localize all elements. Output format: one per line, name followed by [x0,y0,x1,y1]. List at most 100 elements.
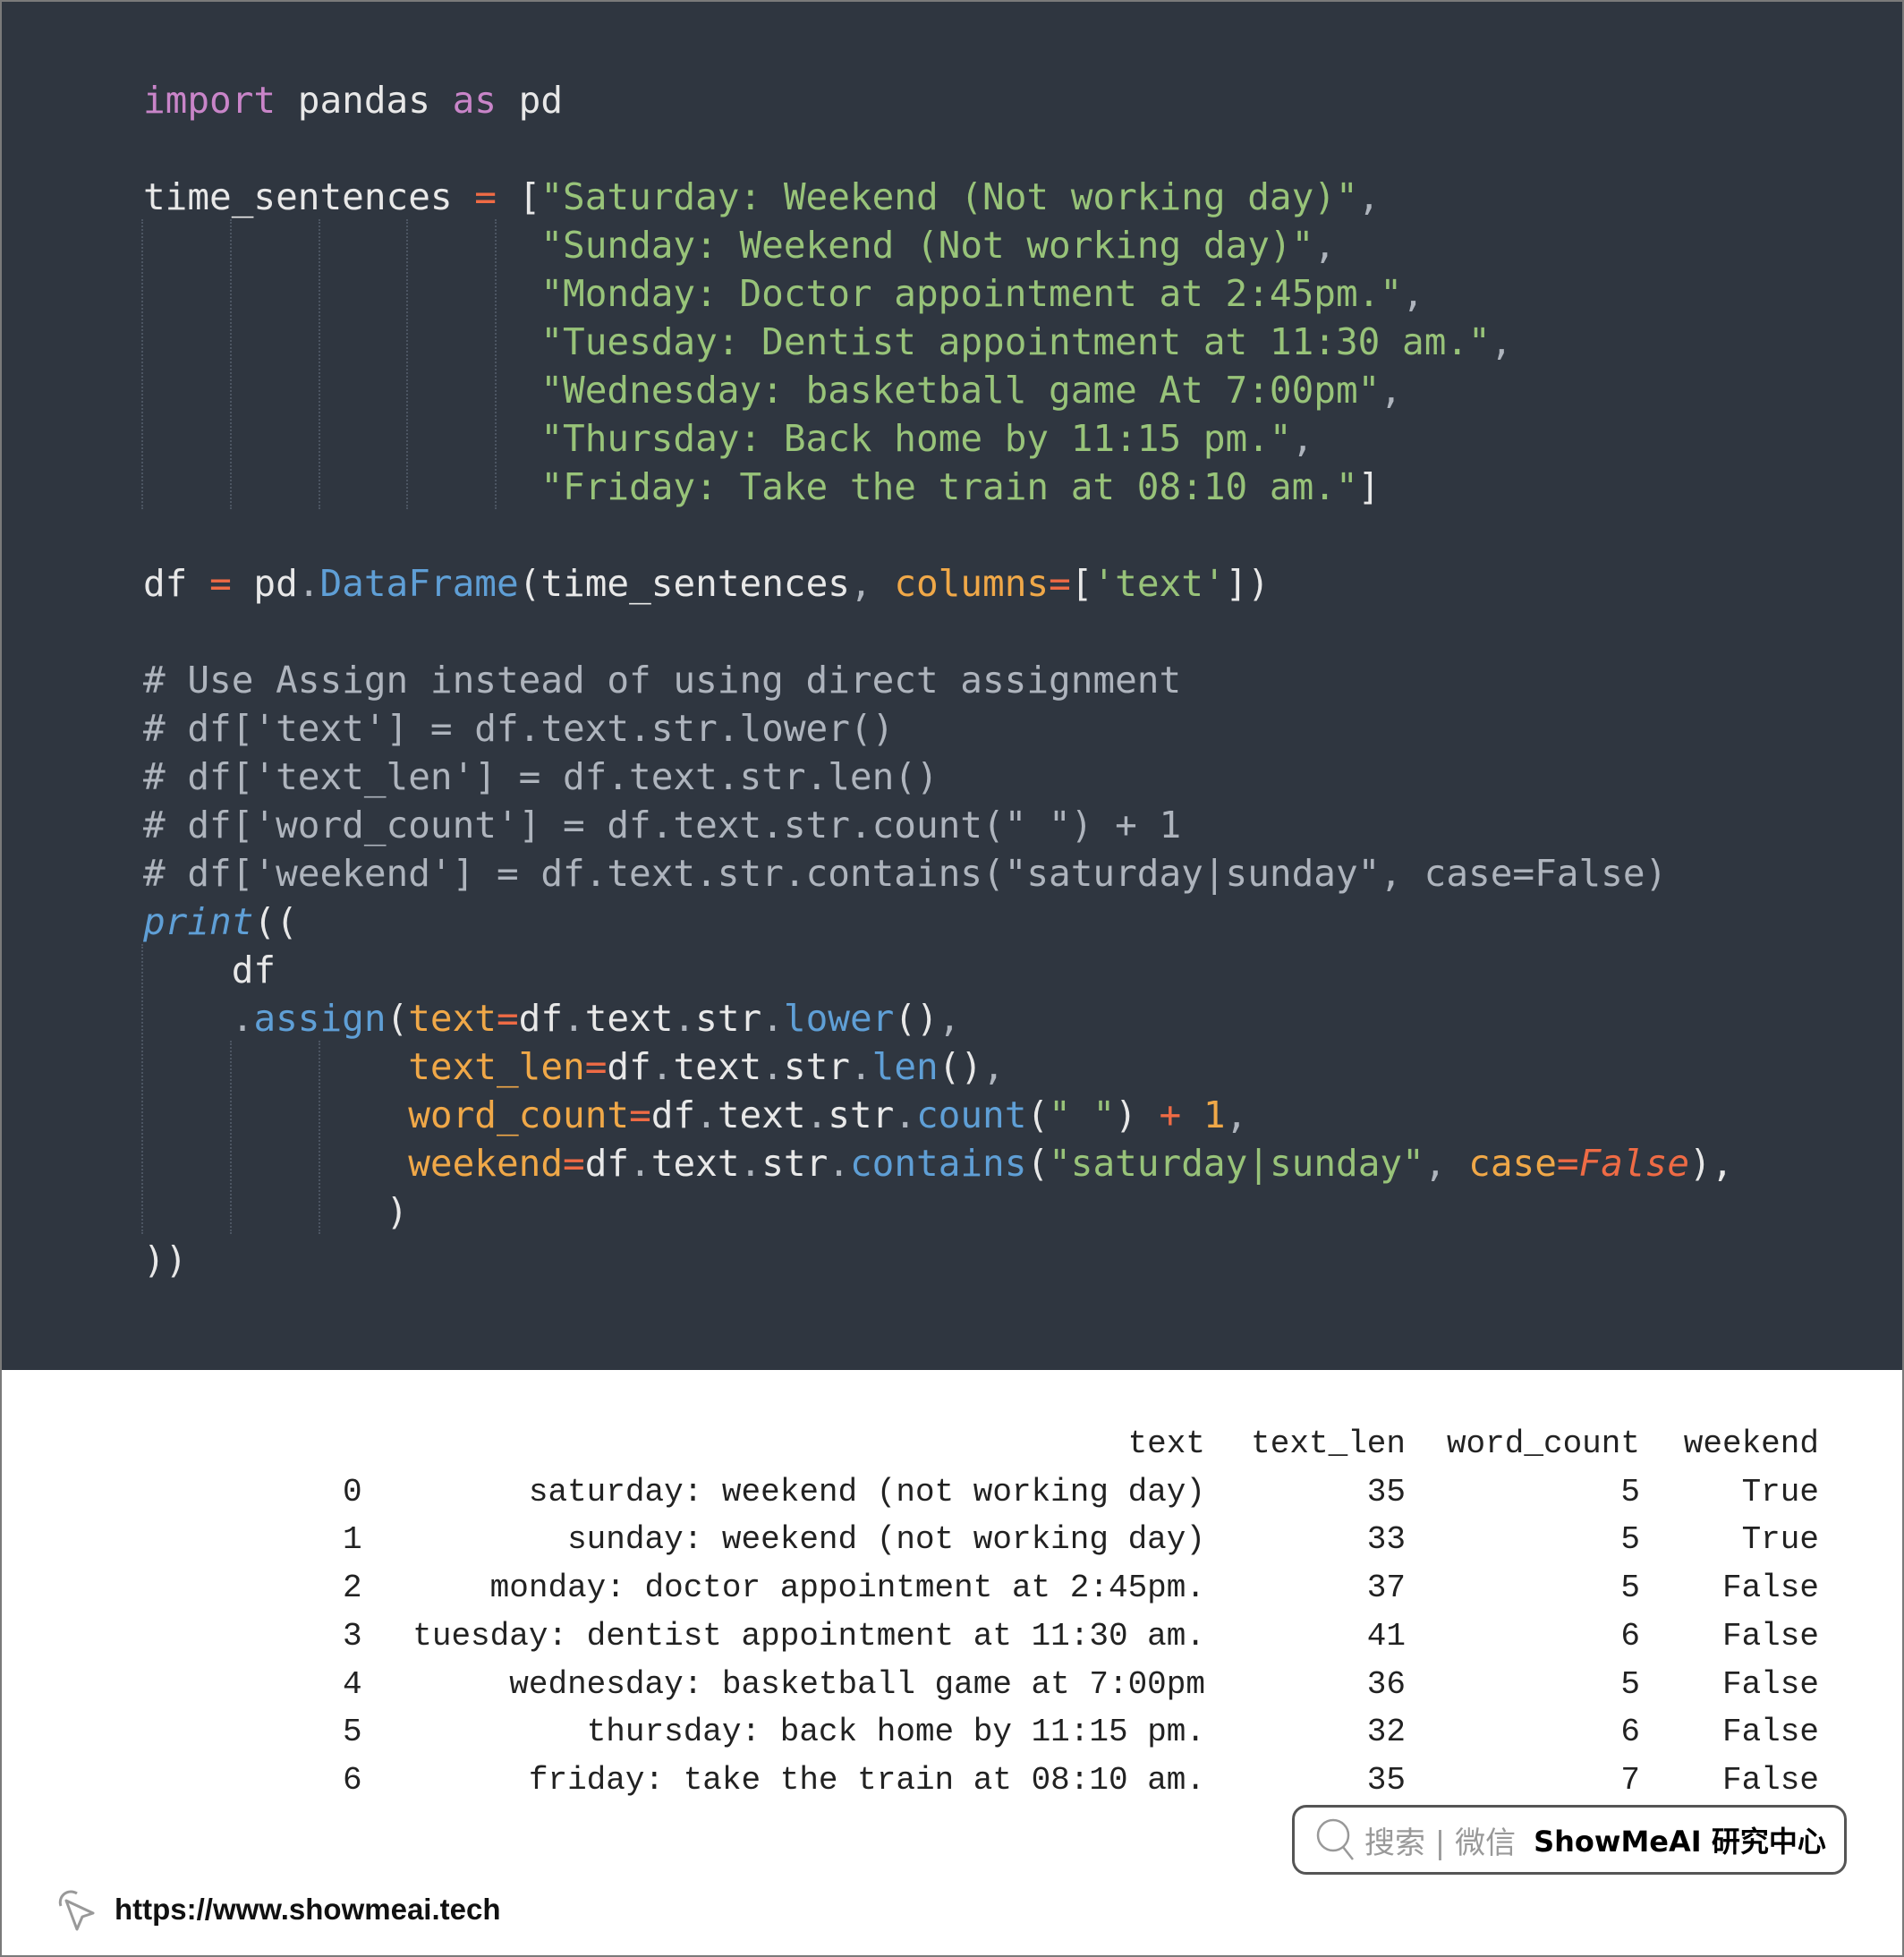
code-token: contains [849,1142,1027,1185]
code-token: ]) [1225,562,1270,605]
column-header-text-len: text_len [1251,1425,1406,1462]
table-cell-weekend: True [1741,1473,1819,1510]
indent-guide [318,1041,320,1234]
table-cell-text: tuesday: dentist appointment at 11:30 am… [412,1617,1205,1655]
code-token: "saturday|sunday" [1049,1142,1424,1185]
code-token: word_count [408,1093,630,1136]
code-token: () [894,997,939,1040]
code-line: "Wednesday: basketball game At 7:00pm", [143,366,1733,414]
code-token: (time_sentences [518,562,850,605]
code-line: text_len=df.text.str.len(), [143,1042,1733,1091]
code-line: "Thursday: Back home by 11:15 pm.", [143,414,1733,463]
table-cell-weekend: False [1721,1761,1819,1799]
code-line: .assign(text=df.text.str.lower(), [143,994,1733,1042]
code-line: # Use Assign instead of using direct ass… [143,656,1733,704]
code-token: weekend [408,1142,564,1185]
code-token: . [563,997,585,1040]
table-cell-text: wednesday: basketball game at 7:00pm [509,1665,1205,1703]
code-token: # df['text_len'] = df.text.str.len() [143,755,939,798]
code-token: + [1159,1093,1182,1136]
table-cell-text-len: 35 [1366,1761,1406,1799]
code-token: as [452,79,497,122]
code-token: "Sunday: Weekend (Not working day)" [540,224,1314,267]
table-cell-word-count: 6 [1620,1617,1640,1655]
code-token: . [695,1093,718,1136]
code-token: ] [1357,465,1381,508]
code-token: . [673,997,696,1040]
code-token: (( [253,900,298,943]
footer: https://www.showmeai.tech [52,1886,501,1933]
table-cell-word-count: 5 [1620,1521,1640,1559]
code-line: time_sentences = ["Saturday: Weekend (No… [143,173,1733,221]
code-token: len [871,1045,939,1088]
table-cell-text-len: 32 [1366,1714,1406,1751]
code-token: ( [386,997,409,1040]
table-cell-weekend: False [1721,1665,1819,1703]
code-token: count [916,1093,1027,1136]
code-editor-panel: import pandas as pd time_sentences = ["S… [2,2,1902,1370]
code-token: , [982,1045,1005,1088]
code-token: . [894,1093,916,1136]
code-line: )) [143,1236,1733,1284]
code-token: ( [1026,1093,1050,1136]
code-line: "Tuesday: Dentist appointment at 11:30 a… [143,318,1733,366]
row-index: 4 [343,1665,362,1703]
code-token: text [650,1142,740,1185]
row-index: 2 [343,1570,362,1607]
code-token: text [717,1093,806,1136]
code-token: df [584,1142,630,1185]
code-line: import pandas as pd [143,76,1733,124]
table-cell-text: sunday: weekend (not working day) [567,1521,1205,1559]
code-token: , [938,997,961,1040]
code-token: text_len [408,1045,585,1088]
code-block: import pandas as pd time_sentences = ["S… [143,76,1733,1284]
code-token: () [938,1045,983,1088]
code-token: DataFrame [319,562,519,605]
code-line: df [143,946,1733,994]
row-index: 1 [343,1521,362,1559]
code-token: "Wednesday: basketball game At 7:00pm" [540,369,1381,412]
indent-guide [406,219,409,509]
code-line: word_count=df.text.str.count(" ") + 1, [143,1091,1733,1139]
code-token: = [584,1045,608,1088]
code-token: . [739,1142,762,1185]
table-cell-word-count: 5 [1620,1473,1640,1510]
code-token: . [297,562,320,605]
code-token: columns [894,562,1050,605]
website-link[interactable]: https://www.showmeai.tech [115,1893,501,1927]
code-token: ( [1026,1142,1050,1185]
code-token: [ [1070,562,1093,605]
table-cell-text-len: 36 [1366,1665,1406,1703]
search-badge: 搜索 | 微信 ShowMeAI 研究中心 [1292,1805,1847,1875]
code-token: text [673,1045,762,1088]
table-cell-text-len: 33 [1366,1521,1406,1559]
code-token: . [629,1142,651,1185]
code-token: . [231,997,254,1040]
table-cell-weekend: True [1741,1521,1819,1559]
code-token: = [1556,1142,1579,1185]
code-token: = [209,562,232,605]
code-line: weekend=df.text.str.contains("saturday|s… [143,1139,1733,1187]
code-token: # df['word_count'] = df.text.str.count("… [143,804,1182,847]
code-token: import [143,79,276,122]
code-line: ) [143,1187,1733,1236]
row-index: 3 [343,1617,362,1655]
code-line: # df['word_count'] = df.text.str.count("… [143,801,1733,849]
code-token: lower [783,997,895,1040]
code-token: = [1049,562,1071,605]
brand-name: ShowMeAI 研究中心 [1534,1825,1826,1859]
code-token: df [143,562,210,605]
table-cell-weekend: False [1721,1570,1819,1607]
code-token: # df['weekend'] = df.text.str.contains("… [143,852,1668,895]
code-token: = [474,175,497,218]
code-line: # df['weekend'] = df.text.str.contains("… [143,849,1733,898]
code-token: pandas [276,79,453,122]
table-cell-word-count: 5 [1620,1665,1640,1703]
code-token: , [1291,417,1314,460]
column-header-text: text [1127,1425,1205,1462]
